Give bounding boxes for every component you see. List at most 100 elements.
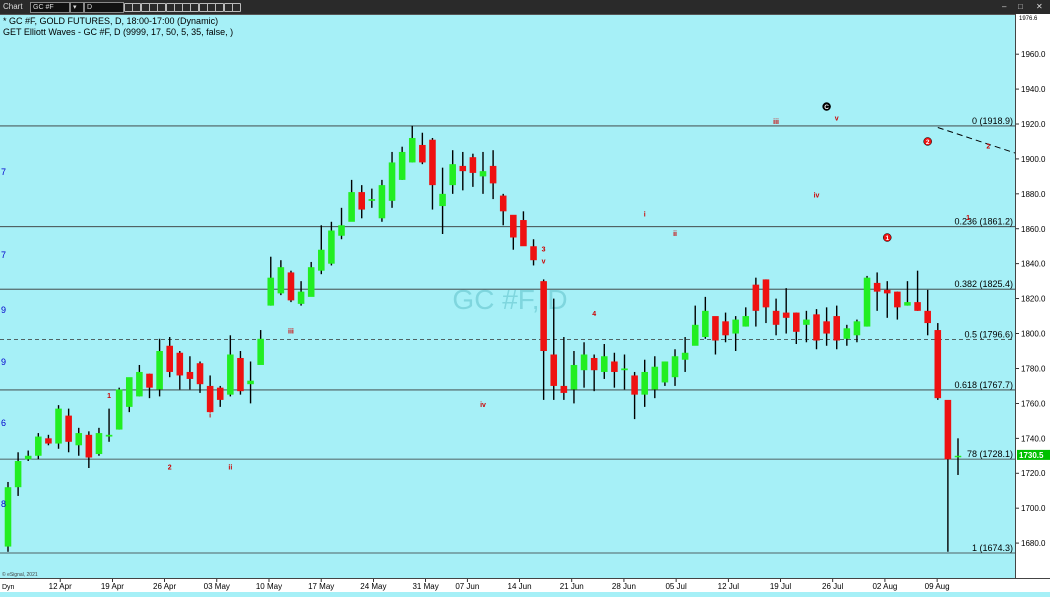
wave-label: iv <box>480 402 486 409</box>
date-tick-label: 26 Jul <box>822 582 844 591</box>
candle-down <box>166 345 173 372</box>
candle-up <box>691 324 699 346</box>
price-tick-label: 1860.0 <box>1021 225 1046 234</box>
left-scale-label: 9 <box>1 357 6 367</box>
price-tick-label: 1840.0 <box>1021 260 1046 269</box>
candle-down <box>934 330 942 399</box>
wave-label: i <box>644 212 646 219</box>
price-tick-label: 1800.0 <box>1021 330 1046 339</box>
candle-up <box>267 277 275 306</box>
wave-label: i <box>209 412 211 419</box>
date-tick-label: 17 May <box>308 582 334 591</box>
wave-label: 2 <box>986 143 990 150</box>
chart-header-line1: * GC #F, GOLD FUTURES, D, 18:00-17:00 (D… <box>3 16 219 26</box>
candle-down <box>712 316 719 341</box>
wave-label: 4 <box>592 311 596 318</box>
candle-down <box>631 375 638 395</box>
date-tick-label: 14 Jun <box>508 582 532 591</box>
candle-up <box>681 352 689 360</box>
candle-up <box>408 137 416 163</box>
candle-up <box>227 354 234 395</box>
fib-level-label: 0.236 (1861.2) <box>954 217 1013 227</box>
wave-label: iv <box>814 192 820 199</box>
fib-level-label: 0.5 (1796.6) <box>964 329 1013 339</box>
candle-down <box>883 289 891 294</box>
candle-up <box>156 351 163 390</box>
candle-up <box>580 354 588 371</box>
dyn-menu-label: Dyn <box>2 584 15 591</box>
candle-up <box>368 199 376 201</box>
candle-up <box>661 361 669 383</box>
share-icon[interactable] <box>215 3 225 12</box>
price-tick-label: 1880.0 <box>1021 190 1046 199</box>
candle-up <box>732 319 739 334</box>
fib-level-label: 0.618 (1767.7) <box>954 380 1013 390</box>
candle-down <box>560 385 568 393</box>
candle-up <box>641 371 648 395</box>
candle-down <box>216 387 224 400</box>
candle-down <box>186 371 194 379</box>
price-tick-label: 1920.0 <box>1021 120 1046 129</box>
candle-up <box>904 302 911 306</box>
date-tick-label: 07 Jun <box>455 582 479 591</box>
date-tick-label: 19 Apr <box>101 582 124 591</box>
price-tick-label: 1720.0 <box>1021 469 1046 478</box>
date-tick-label: 05 Jul <box>665 582 687 591</box>
facebook-icon[interactable] <box>231 3 241 12</box>
fib-level-label: 0 (1918.9) <box>972 116 1013 126</box>
axis-top-tick: 1976.6 <box>1019 16 1038 22</box>
wave-label: v <box>835 116 839 123</box>
candle-down <box>358 192 366 210</box>
period-input[interactable]: D <box>84 2 124 13</box>
date-axis[interactable]: Dyn 12 Apr 19 Apr 26 Apr 03 May 10 May 17 May 2… <box>0 578 1050 592</box>
candle-up <box>702 310 709 338</box>
candle-up <box>621 368 628 371</box>
chart-plot-area[interactable]: GC #F, D 0 (1918.9) 0.236 (1861.2) 0.382 (… <box>0 14 1050 578</box>
price-tick-label: 1900.0 <box>1021 155 1046 164</box>
chart-window-title: Chart <box>3 2 23 11</box>
candle-up <box>297 291 305 304</box>
fib-level-label: 78 (1728.1) <box>967 449 1013 459</box>
candle-up <box>600 356 608 372</box>
wave-label: 2 <box>168 465 172 472</box>
candle-down <box>833 316 841 341</box>
candle-down <box>914 302 921 311</box>
price-axis[interactable]: 1976.6 1960.0 1940.0 1920.0 1900.0 1880.0 1860… <box>1015 14 1050 578</box>
candle-down <box>590 357 598 371</box>
symbol-dropdown-icon[interactable]: ▾ <box>70 2 84 13</box>
minimize-icon[interactable]: – <box>1002 1 1006 12</box>
pencil-icon[interactable] <box>132 3 142 12</box>
candle-down <box>429 139 436 186</box>
price-tick-label: 1700.0 <box>1021 504 1046 513</box>
candle-down <box>873 282 881 292</box>
candle-down <box>146 373 153 388</box>
maximize-icon[interactable]: □ <box>1018 1 1023 12</box>
candle-down <box>752 284 760 311</box>
left-scale-label: 8 <box>1 499 6 509</box>
wave-circle-label: 2 <box>926 139 930 146</box>
close-icon[interactable]: ✕ <box>1036 1 1043 12</box>
candle-down <box>722 321 729 336</box>
candle-down <box>510 214 517 238</box>
candle-up <box>671 356 679 378</box>
candle-down <box>540 281 547 352</box>
candle-up <box>570 364 578 390</box>
draw-icon[interactable] <box>157 3 167 12</box>
left-scale-label: 7 <box>1 250 6 260</box>
symbol-input[interactable]: GC #F <box>30 2 70 13</box>
date-tick-label: 09 Aug <box>925 582 950 591</box>
candlestick-chart: GC #F, D 0 (1918.9) 0.236 (1861.2) 0.382 (… <box>0 102 1050 578</box>
candle-up <box>14 461 22 488</box>
candle-up <box>95 433 103 455</box>
candle-up <box>328 230 335 264</box>
left-scale-label: 9 <box>1 305 6 315</box>
copyright-text: © eSignal, 2021 <box>2 571 38 578</box>
date-tick-label: 19 Jul <box>770 582 792 591</box>
candle-up <box>843 328 851 339</box>
candle-up <box>105 434 113 437</box>
price-tick-label: 1960.0 <box>1021 50 1046 59</box>
candle-up <box>307 267 315 297</box>
candle-up <box>125 377 133 407</box>
candle-up <box>338 225 345 236</box>
wave-label: 3 <box>542 246 546 253</box>
